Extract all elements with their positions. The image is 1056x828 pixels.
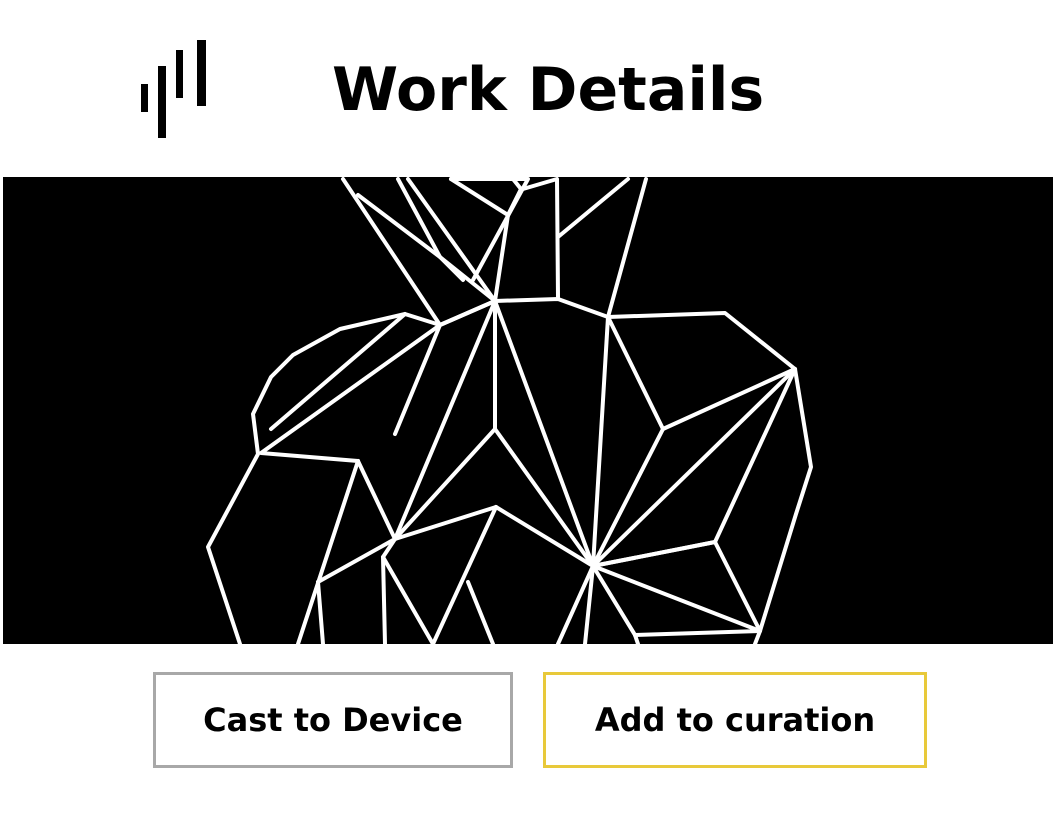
page-title: Work Details (332, 55, 765, 125)
work-details-page: Work Details Cast to Device Add to curat… (0, 0, 1056, 828)
bars-logo-svg (141, 40, 206, 138)
geometric-line-art (206, 177, 813, 644)
artwork-image (3, 177, 1053, 644)
bars-logo-icon[interactable] (138, 38, 210, 140)
add-to-curation-button[interactable]: Add to curation (543, 672, 927, 768)
cast-to-device-button[interactable]: Cast to Device (153, 672, 513, 768)
